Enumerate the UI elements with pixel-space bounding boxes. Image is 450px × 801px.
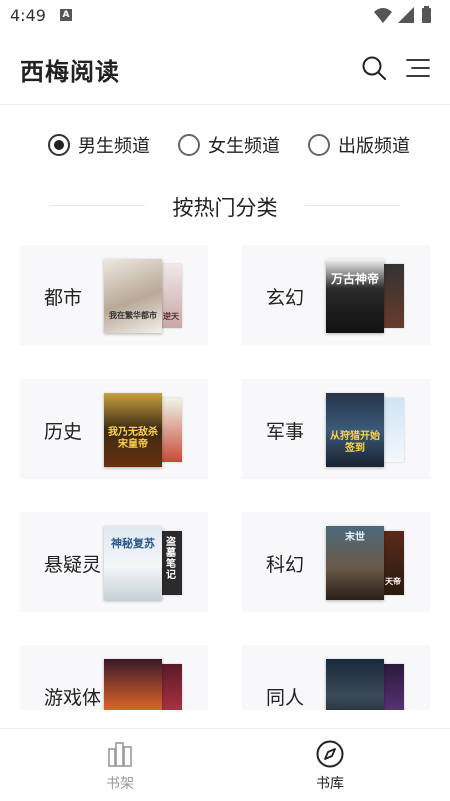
book-cover-back — [382, 264, 404, 328]
book-cover — [104, 659, 162, 710]
category-card-kehuan[interactable]: 科幻 天帝 末世 — [242, 512, 430, 612]
category-card-tongren[interactable]: 同人 君子 — [242, 645, 430, 710]
signal-icon — [398, 7, 414, 23]
category-label: 玄幻 — [266, 287, 305, 309]
sort-menu-icon[interactable] — [404, 54, 432, 82]
wifi-icon — [374, 8, 392, 23]
category-grid: 都市 逆天 我在繁华都市 玄幻 万古神帝 历史 我乃无敌杀宋皇帝 军事 从狩猎开… — [0, 245, 450, 710]
channel-publish[interactable]: 出版频道 — [308, 132, 410, 158]
book-cover-back — [160, 664, 182, 710]
tab-library[interactable]: 书库 — [290, 739, 370, 793]
book-cover: 神秘复苏 — [104, 526, 162, 600]
tab-label: 书库 — [316, 776, 344, 792]
book-cover: 我乃无敌杀宋皇帝 — [104, 393, 162, 467]
category-card-youxi[interactable]: 游戏体 — [20, 645, 208, 710]
battery-icon — [422, 6, 431, 23]
category-label: 游戏体 — [44, 687, 102, 709]
channel-male[interactable]: 男生频道 — [48, 132, 150, 158]
category-label: 科幻 — [266, 554, 305, 576]
category-card-xuanyi[interactable]: 悬疑灵 盗墓笔记 神秘复苏 — [20, 512, 208, 612]
book-cover-back: 逆天 — [160, 264, 182, 328]
tab-bookshelf[interactable]: 书架 — [80, 739, 160, 793]
book-cover-back — [382, 398, 404, 462]
book-cover-back: 天帝 — [382, 531, 404, 595]
book-cover: 我在繁华都市 — [104, 259, 162, 333]
status-bar: 4:49 A — [0, 0, 450, 30]
radio-checked-icon — [48, 134, 70, 156]
book-cover: 万古神帝 — [326, 259, 384, 333]
section-title: 按热门分类 — [172, 196, 278, 220]
category-label: 都市 — [44, 287, 83, 309]
status-right-icons — [372, 6, 442, 28]
section-header: 按热门分类 — [0, 186, 450, 226]
category-label: 军事 — [266, 421, 305, 443]
category-card-lishi[interactable]: 历史 我乃无敌杀宋皇帝 — [20, 379, 208, 479]
bottom-tab-bar: 书架 书库 — [0, 728, 450, 801]
divider-right — [305, 205, 400, 206]
bookshelf-icon — [108, 742, 132, 767]
category-card-dushi[interactable]: 都市 逆天 我在繁华都市 — [20, 245, 208, 345]
notification-a-icon: A — [60, 9, 72, 21]
channel-female[interactable]: 女生频道 — [178, 132, 280, 158]
category-label: 同人 — [266, 687, 305, 709]
book-cover-back — [160, 398, 182, 462]
channel-label: 女生频道 — [208, 136, 280, 157]
category-card-xuanhuan[interactable]: 玄幻 万古神帝 — [242, 245, 430, 345]
book-cover — [326, 659, 384, 710]
book-cover-back: 君子 — [382, 664, 404, 710]
channel-label: 出版频道 — [338, 136, 410, 157]
tab-label: 书架 — [106, 776, 134, 792]
compass-icon — [316, 740, 344, 768]
book-cover-back: 盗墓笔记 — [160, 531, 182, 595]
category-label: 历史 — [44, 421, 83, 443]
app-header: 西梅阅读 — [0, 30, 450, 105]
channel-selector: 男生频道 女生频道 出版频道 — [0, 124, 450, 168]
radio-unchecked-icon — [308, 134, 330, 156]
channel-label: 男生频道 — [78, 136, 150, 157]
radio-unchecked-icon — [178, 134, 200, 156]
book-cover: 从狩猎开始签到 — [326, 393, 384, 467]
category-label: 悬疑灵 — [44, 554, 102, 576]
search-icon[interactable] — [360, 54, 388, 82]
category-card-junshi[interactable]: 军事 从狩猎开始签到 — [242, 379, 430, 479]
book-cover: 末世 — [326, 526, 384, 600]
status-time: 4:49 — [10, 6, 46, 25]
app-title: 西梅阅读 — [20, 57, 120, 86]
